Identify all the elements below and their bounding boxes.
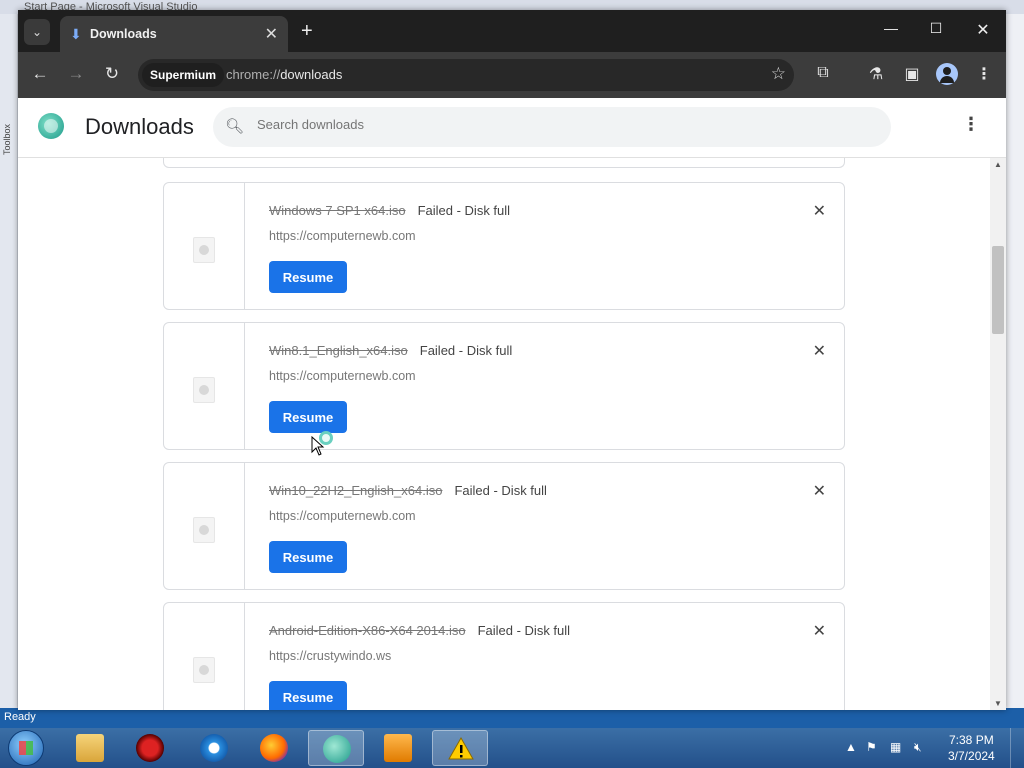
download-status: Failed - Disk full (454, 483, 547, 498)
file-name-link[interactable]: Windows 7 SP1 x64.iso (269, 203, 406, 218)
bookmark-star-icon[interactable]: ☆ (771, 64, 786, 84)
url-text[interactable]: chrome://downloads (226, 67, 342, 82)
new-tab-button[interactable]: + (301, 20, 313, 43)
remove-item-icon[interactable]: ✕ (813, 201, 826, 221)
firefox-icon (260, 734, 288, 762)
download-status: Failed - Disk full (419, 343, 513, 358)
search-box[interactable]: 🔍︎ (213, 107, 891, 147)
file-icon (193, 237, 215, 263)
file-name-row: Android-Edition-X86-X64 2014.iso Failed -… (269, 623, 570, 638)
start-button[interactable] (8, 730, 44, 766)
volume-muted-icon[interactable]: 🔇︎ (914, 740, 922, 755)
profile-avatar[interactable] (936, 63, 958, 85)
resume-button[interactable]: Resume (269, 401, 347, 433)
close-tab-icon[interactable]: ✕ (265, 24, 278, 44)
file-icon (193, 377, 215, 403)
more-actions-icon[interactable]: ⋮ (962, 114, 980, 135)
back-button[interactable]: ← (28, 64, 52, 84)
remove-item-icon[interactable]: ✕ (813, 481, 826, 501)
address-bar[interactable]: Supermium chrome://downloads ☆ (138, 59, 794, 91)
vs-status-bar: Ready (0, 708, 1024, 728)
page-title: Downloads (85, 114, 194, 139)
download-status: Failed - Disk full (477, 623, 571, 638)
download-item: Win10_22H2_English_x64.iso Failed - Disk … (163, 462, 845, 590)
previous-card-edge (163, 158, 845, 168)
file-name-row: Windows 7 SP1 x64.iso Failed - Disk full (269, 203, 510, 218)
labs-flask-icon[interactable]: ⚗ (864, 64, 888, 84)
source-url[interactable]: https://crustywindo.ws (269, 649, 391, 663)
taskbar-media[interactable] (370, 730, 426, 766)
search-icon: 🔍︎ (225, 118, 245, 135)
download-item: Windows 7 SP1 x64.iso Failed - Disk full … (163, 182, 845, 310)
network-icon[interactable]: ▦ (890, 740, 901, 754)
toolbar: ← → ↻ Supermium chrome://downloads ☆ ⧉ ⚗… (18, 52, 1006, 98)
url-path: downloads (280, 67, 343, 82)
tab-bar: ⌄ ⬇ Downloads ✕ + — ☐ ✕ (18, 10, 1006, 52)
supermium-icon (323, 735, 351, 763)
taskbar-ie[interactable] (186, 730, 242, 766)
tab-downloads[interactable]: ⬇ Downloads ✕ (60, 16, 288, 52)
taskbar-warning[interactable] (432, 730, 488, 766)
download-icon: ⬇ (70, 26, 82, 42)
file-name-link[interactable]: Win8.1_English_x64.iso (269, 343, 408, 358)
scroll-down-icon[interactable]: ▼ (994, 699, 1002, 708)
side-panel-icon[interactable]: ▣ (900, 64, 924, 84)
supermium-logo (38, 113, 64, 139)
file-icon (193, 657, 215, 683)
clock-date: 3/7/2024 (948, 749, 995, 763)
resume-button[interactable]: Resume (269, 261, 347, 293)
minimize-button[interactable]: — (876, 20, 906, 36)
internet-explorer-icon (200, 734, 228, 762)
downloads-header: Downloads 🔍︎ ⋮ (18, 98, 1006, 158)
reload-button[interactable]: ↻ (100, 64, 124, 84)
clock-time: 7:38 PM (949, 733, 994, 747)
source-url[interactable]: https://computernewb.com (269, 509, 416, 523)
busy-spinner-icon (319, 431, 333, 445)
folder-icon (76, 734, 104, 762)
file-name-link[interactable]: Android-Edition-X86-X64 2014.iso (269, 623, 466, 638)
vertical-scrollbar[interactable]: ▲ ▼ (990, 158, 1006, 710)
file-name-row: Win10_22H2_English_x64.iso Failed - Disk … (269, 483, 547, 498)
resume-button[interactable]: Resume (269, 681, 347, 710)
system-clock[interactable]: 7:38 PM 3/7/2024 (948, 732, 995, 764)
url-scheme: chrome:// (226, 67, 281, 82)
source-url[interactable]: https://computernewb.com (269, 229, 416, 243)
tab-title: Downloads (90, 27, 157, 41)
browser-chip[interactable]: Supermium (142, 63, 225, 87)
search-input[interactable] (257, 117, 857, 132)
file-icon (193, 517, 215, 543)
remove-item-icon[interactable]: ✕ (813, 621, 826, 641)
menu-kebab-icon[interactable]: ⋮ (972, 64, 996, 84)
browser-window: ⌄ ⬇ Downloads ✕ + — ☐ ✕ ← → ↻ Supermium … (18, 10, 1006, 710)
download-item: Win8.1_English_x64.iso Failed - Disk full… (163, 322, 845, 450)
vs-toolbox-label[interactable]: Toolbox (2, 124, 12, 155)
warning-icon (448, 736, 474, 760)
resume-button[interactable]: Resume (269, 541, 347, 573)
taskbar-firefox[interactable] (246, 730, 302, 766)
taskbar-app-red[interactable] (122, 730, 178, 766)
downloads-list: Windows 7 SP1 x64.iso Failed - Disk full … (18, 158, 990, 710)
action-center-flag-icon[interactable]: ⚑ (866, 740, 877, 754)
tray-expand-icon[interactable]: ▲ (845, 740, 857, 754)
tab-search-button[interactable]: ⌄ (24, 19, 50, 45)
download-item: Android-Edition-X86-X64 2014.iso Failed -… (163, 602, 845, 710)
scroll-up-icon[interactable]: ▲ (994, 160, 1002, 169)
show-desktop-button[interactable] (1010, 728, 1024, 768)
taskbar: ▲ ⚑ ▦ 🔇︎ 7:38 PM 3/7/2024 (0, 728, 1024, 768)
extensions-icon[interactable]: ⧉ (811, 64, 835, 82)
taskbar-supermium[interactable] (308, 730, 364, 766)
download-status: Failed - Disk full (417, 203, 511, 218)
scroll-thumb[interactable] (992, 246, 1004, 334)
vs-toolbox-strip[interactable]: Toolbox (0, 14, 18, 714)
taskbar-explorer[interactable] (62, 730, 118, 766)
forward-button[interactable]: → (64, 64, 88, 84)
close-window-button[interactable]: ✕ (968, 20, 998, 40)
source-url[interactable]: https://computernewb.com (269, 369, 416, 383)
file-name-link[interactable]: Win10_22H2_English_x64.iso (269, 483, 442, 498)
maximize-button[interactable]: ☐ (921, 20, 951, 37)
media-player-icon (384, 734, 412, 762)
remove-item-icon[interactable]: ✕ (813, 341, 826, 361)
file-name-row: Win8.1_English_x64.iso Failed - Disk full (269, 343, 512, 358)
red-gear-icon (136, 734, 164, 762)
